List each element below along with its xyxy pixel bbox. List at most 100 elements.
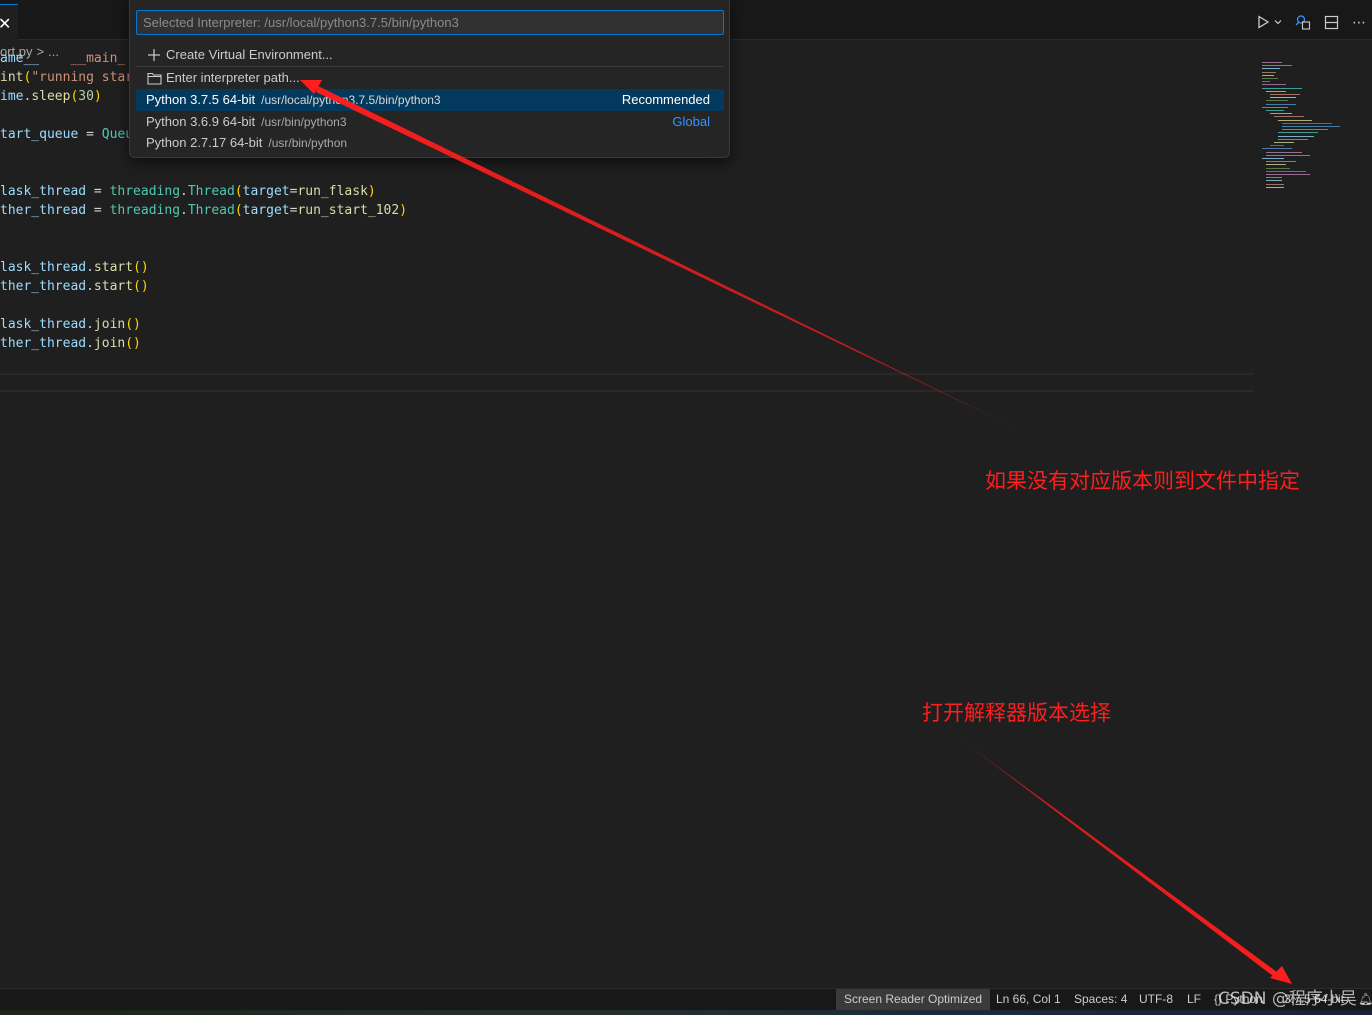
code-line[interactable]: lask_thread.start() <box>0 258 149 277</box>
cursor-position[interactable]: Ln 66, Col 1 <box>990 989 1067 1010</box>
code-token: tart_queue <box>0 127 79 142</box>
minimap-line <box>1266 164 1286 166</box>
code-editor[interactable]: ame__ __main_ int("running star ime.sleep(… <box>0 51 1254 988</box>
folder-icon <box>146 70 162 86</box>
eol-status[interactable]: LF <box>1181 989 1207 1010</box>
minimap-line <box>1266 100 1288 102</box>
interpreter-quick-pick: Create Virtual Environment... Enter inte… <box>129 0 730 158</box>
code-token: run_start_102 <box>297 203 400 218</box>
minimap-line <box>1262 158 1284 159</box>
minimap-line <box>1266 174 1310 175</box>
code-line[interactable]: lask_thread = threading.Thread(target=ru… <box>0 182 376 201</box>
minimap-line <box>1274 116 1304 118</box>
create-virtual-environment-label: Create Virtual Environment... <box>166 47 333 62</box>
screen-reader-status[interactable]: Screen Reader Optimized <box>836 989 991 1010</box>
tab-active-file[interactable]: ✕ <box>0 4 18 40</box>
minimap-line <box>1262 62 1282 63</box>
interpreter-item[interactable]: Python 3.6.9 64-bit /usr/bin/python3 Glo… <box>136 111 724 133</box>
minimap-line <box>1266 186 1284 188</box>
ellipsis-icon[interactable]: ⋯ <box>1350 13 1368 31</box>
minimap-line <box>1270 145 1284 147</box>
code-token: start <box>93 260 134 275</box>
editor-toolbar: ⋯ <box>1254 12 1372 32</box>
code-line[interactable]: int("running star <box>0 68 133 87</box>
code-token: lask_thread <box>0 317 87 332</box>
interpreter-label: Python 3.6.9 64-bit <box>146 114 256 129</box>
indentation-status[interactable]: Spaces: 4 <box>1068 989 1133 1010</box>
code-token: start <box>93 279 134 294</box>
bell-icon[interactable]: 🔔︎ <box>1356 989 1372 1010</box>
code-token: ) <box>399 203 408 218</box>
minimap-line <box>1266 103 1296 105</box>
code-token: = <box>78 127 102 142</box>
enter-interpreter-path-item[interactable]: Enter interpreter path... <box>136 67 724 89</box>
minimap-line <box>1278 119 1312 121</box>
play-icon[interactable] <box>1254 13 1272 31</box>
interpreter-search-input[interactable] <box>136 10 724 35</box>
code-token: ) <box>367 184 376 199</box>
code-token: ) <box>93 89 102 104</box>
annotation-note-top: 如果没有对应版本则到文件中指定 <box>985 469 1300 493</box>
code-token: target <box>242 184 290 199</box>
minimap-line <box>1262 87 1302 89</box>
minimap[interactable] <box>1258 58 1368 198</box>
code-token: ther_thread <box>0 279 87 294</box>
interpreter-label: Python 2.7.17 64-bit <box>146 135 263 150</box>
code-token: ime <box>0 89 24 104</box>
code-token: . <box>86 279 94 294</box>
interpreter-tag: Recommended <box>621 92 710 107</box>
chevron-down-icon[interactable] <box>1272 13 1284 31</box>
close-icon[interactable]: ✕ <box>0 17 11 33</box>
interpreter-path: /usr/bin/python3 <box>261 115 347 129</box>
minimap-line <box>1266 170 1306 172</box>
code-line[interactable]: tart_queue = Queue <box>0 125 141 144</box>
minimap-line <box>1282 126 1340 127</box>
interpreter-item[interactable]: Python 2.7.17 64-bit /usr/bin/python <box>136 132 724 154</box>
encoding-status[interactable]: UTF-8 <box>1133 989 1179 1010</box>
arrow-head-bottom <box>1270 966 1292 984</box>
minimap-line <box>1266 154 1310 156</box>
minimap-line <box>1266 151 1302 153</box>
code-line[interactable]: ime.sleep(30) <box>0 87 102 106</box>
minimap-line <box>1262 78 1278 79</box>
minimap-line <box>1262 84 1286 86</box>
interpreter-item[interactable]: Python 3.7.5 64-bit /usr/local/python3.7… <box>136 89 724 111</box>
minimap-line <box>1274 142 1294 143</box>
watermark: CSDN @程序小吴 <box>1218 989 1357 1009</box>
code-token: run_flask <box>297 184 368 199</box>
minimap-line <box>1262 74 1274 76</box>
minimap-line <box>1262 68 1280 70</box>
code-line[interactable]: lask_thread.join() <box>0 315 141 334</box>
code-token: () <box>125 317 141 332</box>
code-token: . <box>86 317 94 332</box>
minimap-line <box>1278 135 1314 137</box>
editor-end-divider <box>0 373 1254 375</box>
code-token: ( <box>234 203 243 218</box>
code-token: threading <box>109 203 181 218</box>
interpreter-path: /usr/local/python3.7.5/bin/python3 <box>261 93 441 107</box>
minimap-line <box>1266 177 1282 179</box>
minimap-line <box>1262 65 1292 67</box>
minimap-line <box>1266 110 1284 111</box>
minimap-line <box>1270 113 1292 115</box>
minimap-line <box>1266 90 1286 92</box>
code-token: lask_thread <box>0 260 87 275</box>
desktop-strip <box>0 1010 1372 1015</box>
code-token: join <box>93 317 126 332</box>
split-editor-icon[interactable] <box>1322 13 1340 31</box>
code-token: threading <box>109 184 181 199</box>
code-line[interactable]: ther_thread = threading.Thread(target=ru… <box>0 201 407 220</box>
code-line[interactable]: ther_thread.start() <box>0 277 149 296</box>
code-token: target <box>242 203 290 218</box>
search-file-icon[interactable] <box>1294 13 1312 31</box>
interpreter-path: /usr/bin/python <box>268 136 348 150</box>
interpreter-tag: Global <box>672 114 710 129</box>
code-token: Thread <box>187 203 235 218</box>
code-line[interactable]: ame__ __main_ <box>0 49 125 68</box>
create-virtual-environment-item[interactable]: Create Virtual Environment... <box>136 44 724 66</box>
code-token: . <box>180 203 188 218</box>
code-token: ther_thread <box>0 203 87 218</box>
code-line[interactable]: ther_thread.join() <box>0 334 141 353</box>
minimap-line <box>1282 122 1332 124</box>
